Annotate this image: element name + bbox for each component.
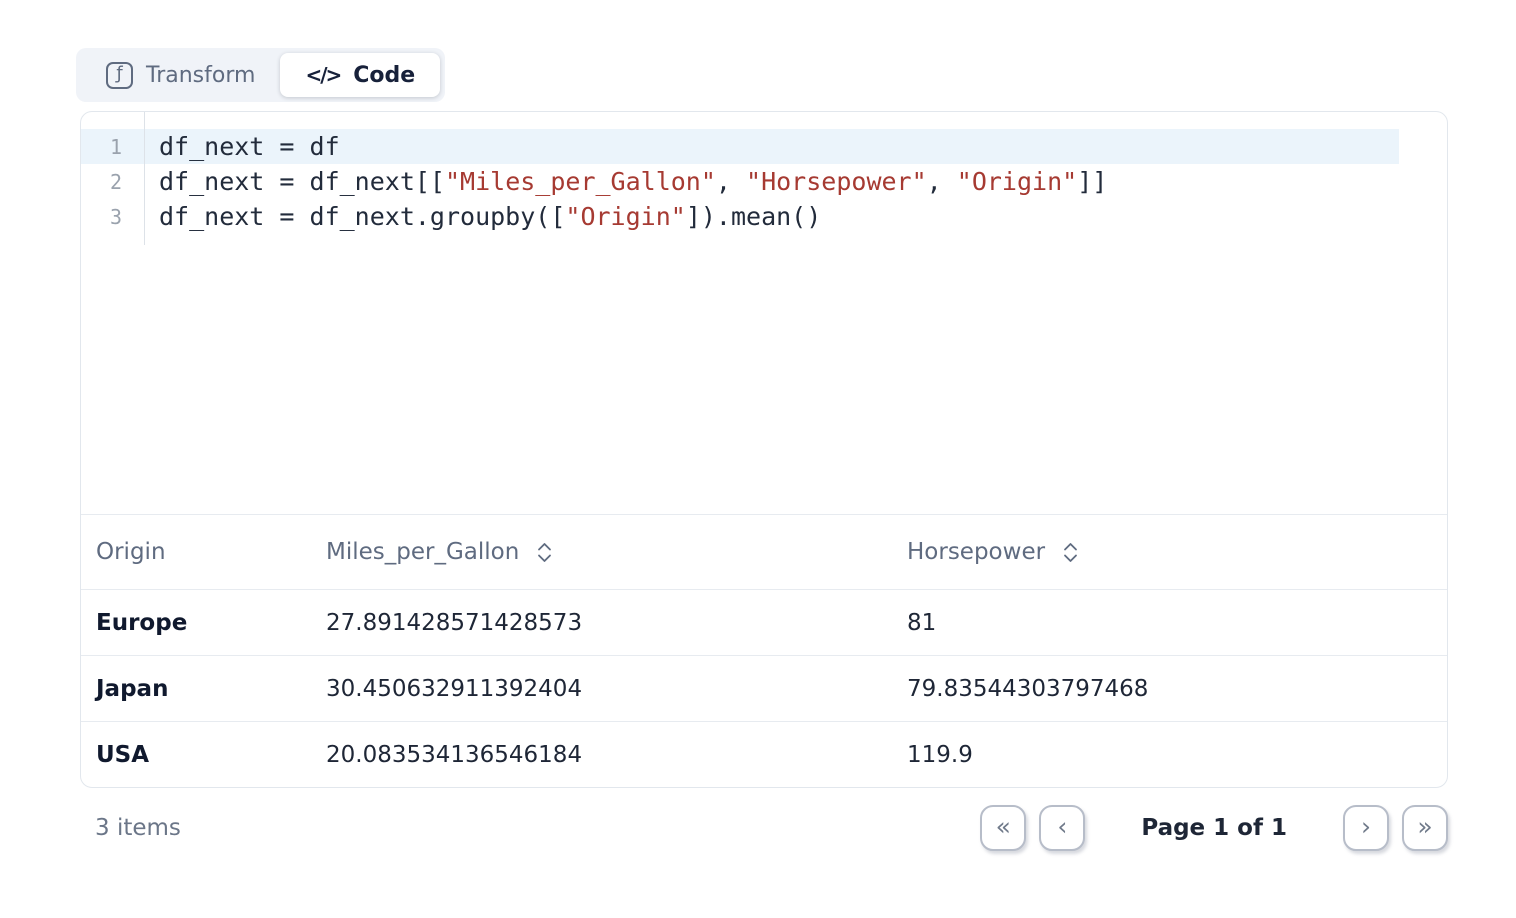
tab-code-label: Code (353, 63, 415, 88)
code-text: df_next = df_next.groupby(["Origin"]).me… (144, 202, 821, 231)
function-icon: ƒ (106, 62, 133, 89)
sort-updown-icon[interactable] (1063, 542, 1078, 563)
value-cell: 79.83544303797468 (907, 676, 1447, 702)
row-label-cell: Europe (81, 610, 326, 636)
tab-code[interactable]: </> Code (280, 53, 440, 97)
code-line[interactable]: 1df_next = df (81, 129, 1399, 164)
first-page-button[interactable]: « (980, 805, 1026, 851)
code-text: df_next = df (144, 132, 340, 161)
sort-updown-icon[interactable] (537, 542, 552, 563)
table-row: Japan30.45063291139240479.83544303797468 (81, 655, 1447, 721)
pagination: « ‹ Page 1 of 1 › » (980, 805, 1448, 851)
column-header-miles-per-gallon: Miles_per_Gallon (326, 539, 907, 565)
prev-page-button[interactable]: ‹ (1039, 805, 1085, 851)
column-header-horsepower: Horsepower (907, 539, 1447, 565)
line-number: 3 (81, 205, 144, 229)
tab-transform-label: Transform (146, 63, 255, 88)
items-count: 3 items (95, 815, 181, 841)
next-page-button[interactable]: › (1343, 805, 1389, 851)
transform-widget: ƒ Transform </> Code 1df_next = df2df_ne… (76, 48, 1450, 856)
line-number: 2 (81, 170, 144, 194)
result-table: Origin Miles_per_Gallon Horsepower (81, 514, 1447, 787)
value-cell: 30.450632911392404 (326, 676, 907, 702)
code-and-table-panel: 1df_next = df2df_next = df_next[["Miles_… (80, 111, 1448, 788)
line-number: 1 (81, 135, 144, 159)
row-label-cell: Japan (81, 676, 326, 702)
column-header-label: Horsepower (907, 539, 1045, 565)
code-text: df_next = df_next[["Miles_per_Gallon", "… (144, 167, 1107, 196)
table-header-row: Origin Miles_per_Gallon Horsepower (81, 514, 1447, 589)
column-header-origin: Origin (81, 539, 326, 565)
value-cell: 119.9 (907, 742, 1447, 768)
column-header-label: Miles_per_Gallon (326, 539, 519, 565)
code-line[interactable]: 2df_next = df_next[["Miles_per_Gallon", … (81, 164, 1399, 199)
code-icon: </> (305, 63, 340, 88)
table-row: USA20.083534136546184119.9 (81, 721, 1447, 787)
value-cell: 27.891428571428573 (326, 610, 907, 636)
row-label-cell: USA (81, 742, 326, 768)
code-lines: 1df_next = df2df_next = df_next[["Miles_… (81, 129, 1447, 234)
column-header-label: Origin (96, 539, 166, 565)
table-body: Europe27.89142857142857381Japan30.450632… (81, 589, 1447, 787)
value-cell: 20.083534136546184 (326, 742, 907, 768)
value-cell: 81 (907, 610, 1447, 636)
page-indicator: Page 1 of 1 (1141, 815, 1287, 841)
code-editor[interactable]: 1df_next = df2df_next = df_next[["Miles_… (81, 112, 1447, 514)
view-tabs: ƒ Transform </> Code (76, 48, 445, 102)
code-line[interactable]: 3df_next = df_next.groupby(["Origin"]).m… (81, 199, 1399, 234)
tab-transform[interactable]: ƒ Transform (81, 53, 280, 97)
table-footer: 3 items « ‹ Page 1 of 1 › » (80, 800, 1448, 856)
last-page-button[interactable]: » (1402, 805, 1448, 851)
table-row: Europe27.89142857142857381 (81, 589, 1447, 655)
